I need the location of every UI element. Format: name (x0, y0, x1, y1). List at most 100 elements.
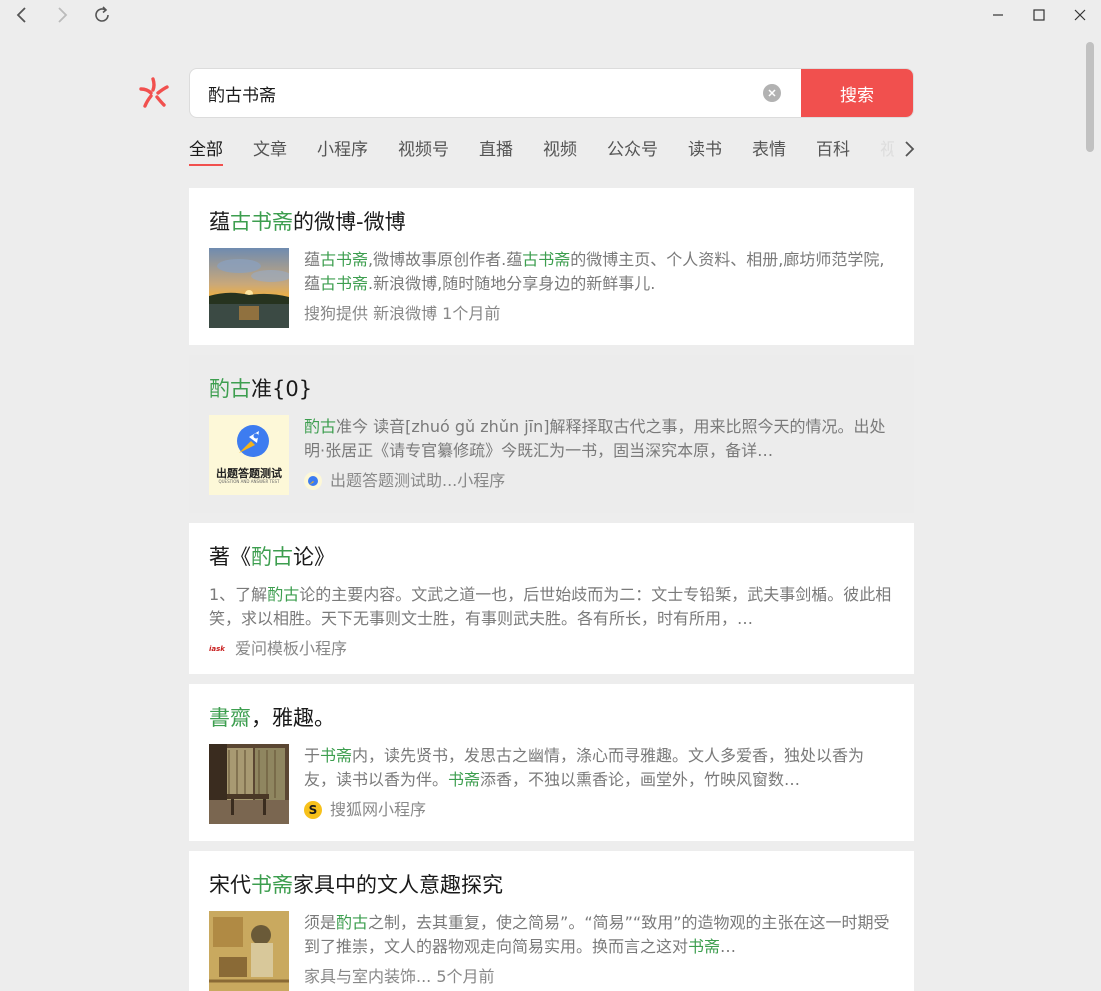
highlighted-keyword: 书斋 (320, 746, 353, 765)
category-tabs: 全部 文章 小程序 视频号 直播 视频 公众号 读书 表情 百科 视 (189, 132, 914, 168)
highlighted-keyword: 书斋 (448, 770, 481, 789)
result-source-label: 搜狐网小程序 (330, 800, 427, 819)
highlighted-keyword: 酌古 (209, 377, 251, 401)
result-source-label: 家具与室内装饰... 5个月前 (304, 967, 495, 986)
highlighted-keyword: 古书斋 (320, 250, 369, 269)
tab-all[interactable]: 全部 (189, 132, 223, 166)
sohu-icon: S (304, 801, 322, 819)
tab-overflow[interactable]: 视 (880, 132, 894, 166)
text-segment: 1、了解 (209, 585, 268, 604)
highlighted-keyword: 酌古 (304, 417, 337, 436)
text-segment: 添香，不独以熏香论，画堂外，竹映风窗数… (480, 770, 801, 789)
text-segment: 论》 (293, 545, 335, 569)
text-segment: 著《 (209, 545, 251, 569)
result-title[interactable]: 蕴古书斋的微博-微博 (209, 206, 894, 238)
tab-official-accounts[interactable]: 公众号 (607, 132, 658, 166)
iask-icon: iask (209, 645, 225, 653)
scrollbar-thumb[interactable] (1086, 42, 1094, 152)
text-segment: 准{0} (251, 377, 313, 401)
maximize-button[interactable] (1025, 2, 1053, 28)
result-title[interactable]: 著《酌古论》 (209, 541, 894, 573)
search-box: 搜索 (189, 68, 914, 118)
result-source: S 搜狐网小程序 (304, 798, 894, 822)
highlighted-keyword: 酌古 (251, 545, 293, 569)
highlighted-keyword: 酌古 (336, 913, 369, 932)
search-button[interactable]: 搜索 (801, 69, 913, 117)
search-logo-icon (136, 75, 172, 111)
text-segment: … (720, 937, 737, 956)
clear-search-button[interactable] (763, 84, 781, 102)
result-title[interactable]: 酌古准{0} (209, 373, 894, 405)
minimize-icon (993, 14, 1003, 16)
result-source: iask 爱问模板小程序 (209, 637, 894, 661)
tab-books[interactable]: 读书 (688, 132, 722, 166)
text-segment: 论的主要内容。文武之道一也，后世始歧而为二：文士专铅椠，武夫事剑楯。彼此相笑，求… (209, 585, 892, 628)
result-card[interactable]: 著《酌古论》 1、了解酌古论的主要内容。文武之道一也，后世始歧而为二：文士专铅椠… (189, 523, 914, 674)
text-segment: 家具中的文人意趣探究 (293, 873, 503, 897)
back-button[interactable] (8, 2, 36, 28)
result-thumbnail: 出题答题测试 QUESTION AND ANSWER TEST (209, 415, 289, 495)
result-description: 1、了解酌古论的主要内容。文武之道一也，后世始歧而为二：文士专铅椠，武夫事剑楯。… (209, 583, 894, 631)
result-card[interactable]: 蕴古书斋的微博-微博 蕴古书斋,微博故事原创作者.蕴古书斋的微博主页、个人资料、… (189, 188, 914, 345)
highlighted-keyword: 古书斋 (522, 250, 571, 269)
result-source: 出题答题测试助...小程序 (304, 469, 894, 493)
tabs-scroll-right-button[interactable] (899, 139, 919, 159)
result-description: 酌古准今 读音[zhuó gǔ zhǔn jīn]解释择取古代之事，用来比照今天… (304, 415, 894, 463)
result-description: 蕴古书斋,微博故事原创作者.蕴古书斋的微博主页、个人资料、相册,廊坊师范学院,蕴… (304, 248, 894, 296)
text-segment: 蕴 (209, 210, 230, 234)
clear-icon (768, 89, 776, 97)
result-source-label: 爱问模板小程序 (235, 639, 348, 658)
close-button[interactable] (1066, 2, 1094, 28)
result-description: 须是酌古之制，去其重复，使之简易”。“简易”“致用”的造物观的主张在这一时期受到… (304, 911, 894, 959)
result-source: 家具与室内装饰... 5个月前 (304, 965, 894, 989)
result-source-label: 出题答题测试助...小程序 (330, 471, 506, 490)
text-segment: .新浪微博,随时随地分享身边的新鲜事儿. (368, 274, 656, 293)
highlighted-keyword: 书斋 (688, 937, 721, 956)
text-segment: 准今 读音[zhuó gǔ zhǔn jīn]解释择取古代之事，用来比照今天的情… (304, 417, 886, 460)
highlighted-keyword: 酌古 (267, 585, 300, 604)
result-title[interactable]: 宋代书斋家具中的文人意趣探究 (209, 869, 894, 901)
quiz-app-icon (304, 472, 322, 490)
minimize-button[interactable] (984, 2, 1012, 28)
result-description: 于书斋内，读先贤书，发思古之幽情，涤心而寻雅趣。文人多爱香，独处以香为友，读书以… (304, 744, 894, 792)
thumbnail-subcaption: QUESTION AND ANSWER TEST (218, 479, 280, 484)
result-source-label: 搜狗提供 新浪微博 1个月前 (304, 304, 501, 323)
result-title[interactable]: 書齋，雅趣。 (209, 702, 894, 734)
tab-mini-programs[interactable]: 小程序 (317, 132, 368, 166)
text-segment: 于 (304, 746, 321, 765)
highlighted-keyword: 古书斋 (230, 210, 293, 234)
highlighted-keyword: 古书斋 (320, 274, 369, 293)
tab-live[interactable]: 直播 (479, 132, 513, 166)
tab-encyclopedia[interactable]: 百科 (816, 132, 850, 166)
title-bar (0, 0, 1101, 30)
highlighted-keyword: 书斋 (251, 873, 293, 897)
result-thumbnail (209, 911, 289, 991)
text-segment: 的微博-微博 (293, 210, 406, 234)
text-segment: 蕴 (304, 250, 321, 269)
result-source: 搜狗提供 新浪微博 1个月前 (304, 302, 894, 326)
tab-articles[interactable]: 文章 (253, 132, 287, 166)
back-arrow-icon (16, 7, 26, 23)
refresh-icon (95, 6, 109, 22)
tab-channels[interactable]: 视频号 (398, 132, 449, 166)
result-card[interactable]: 宋代书斋家具中的文人意趣探究 须是酌古之制，去其重复，使之简易”。“简易”“致用… (189, 851, 914, 991)
close-icon (1074, 9, 1086, 21)
text-segment: ,微博故事原创作者.蕴 (368, 250, 523, 269)
text-segment: ，雅趣。 (251, 706, 335, 730)
result-card[interactable]: 酌古准{0} 出题答题测试 QUESTION AND ANSWER TEST 酌… (189, 355, 914, 513)
search-input[interactable] (190, 69, 763, 117)
result-thumbnail (209, 248, 289, 328)
refresh-button[interactable] (88, 2, 116, 28)
result-card[interactable]: 書齋，雅趣。 于书斋内，读先贤书，发思古之幽情，涤心而寻雅趣。文人多爱香，独处以… (189, 684, 914, 841)
result-thumbnail (209, 744, 289, 824)
text-segment: 须是 (304, 913, 337, 932)
maximize-icon (1033, 9, 1045, 21)
tab-stickers[interactable]: 表情 (752, 132, 786, 166)
tab-videos[interactable]: 视频 (543, 132, 577, 166)
forward-button[interactable] (48, 2, 76, 28)
forward-arrow-icon (58, 7, 68, 23)
scrollbar[interactable] (1083, 30, 1101, 991)
text-segment: 之制，去其重复，使之简易”。“简易”“致用”的造物观的主张在这一时期受到了推崇，… (304, 913, 890, 956)
text-segment: 宋代 (209, 873, 251, 897)
highlighted-keyword: 書齋 (209, 706, 251, 730)
